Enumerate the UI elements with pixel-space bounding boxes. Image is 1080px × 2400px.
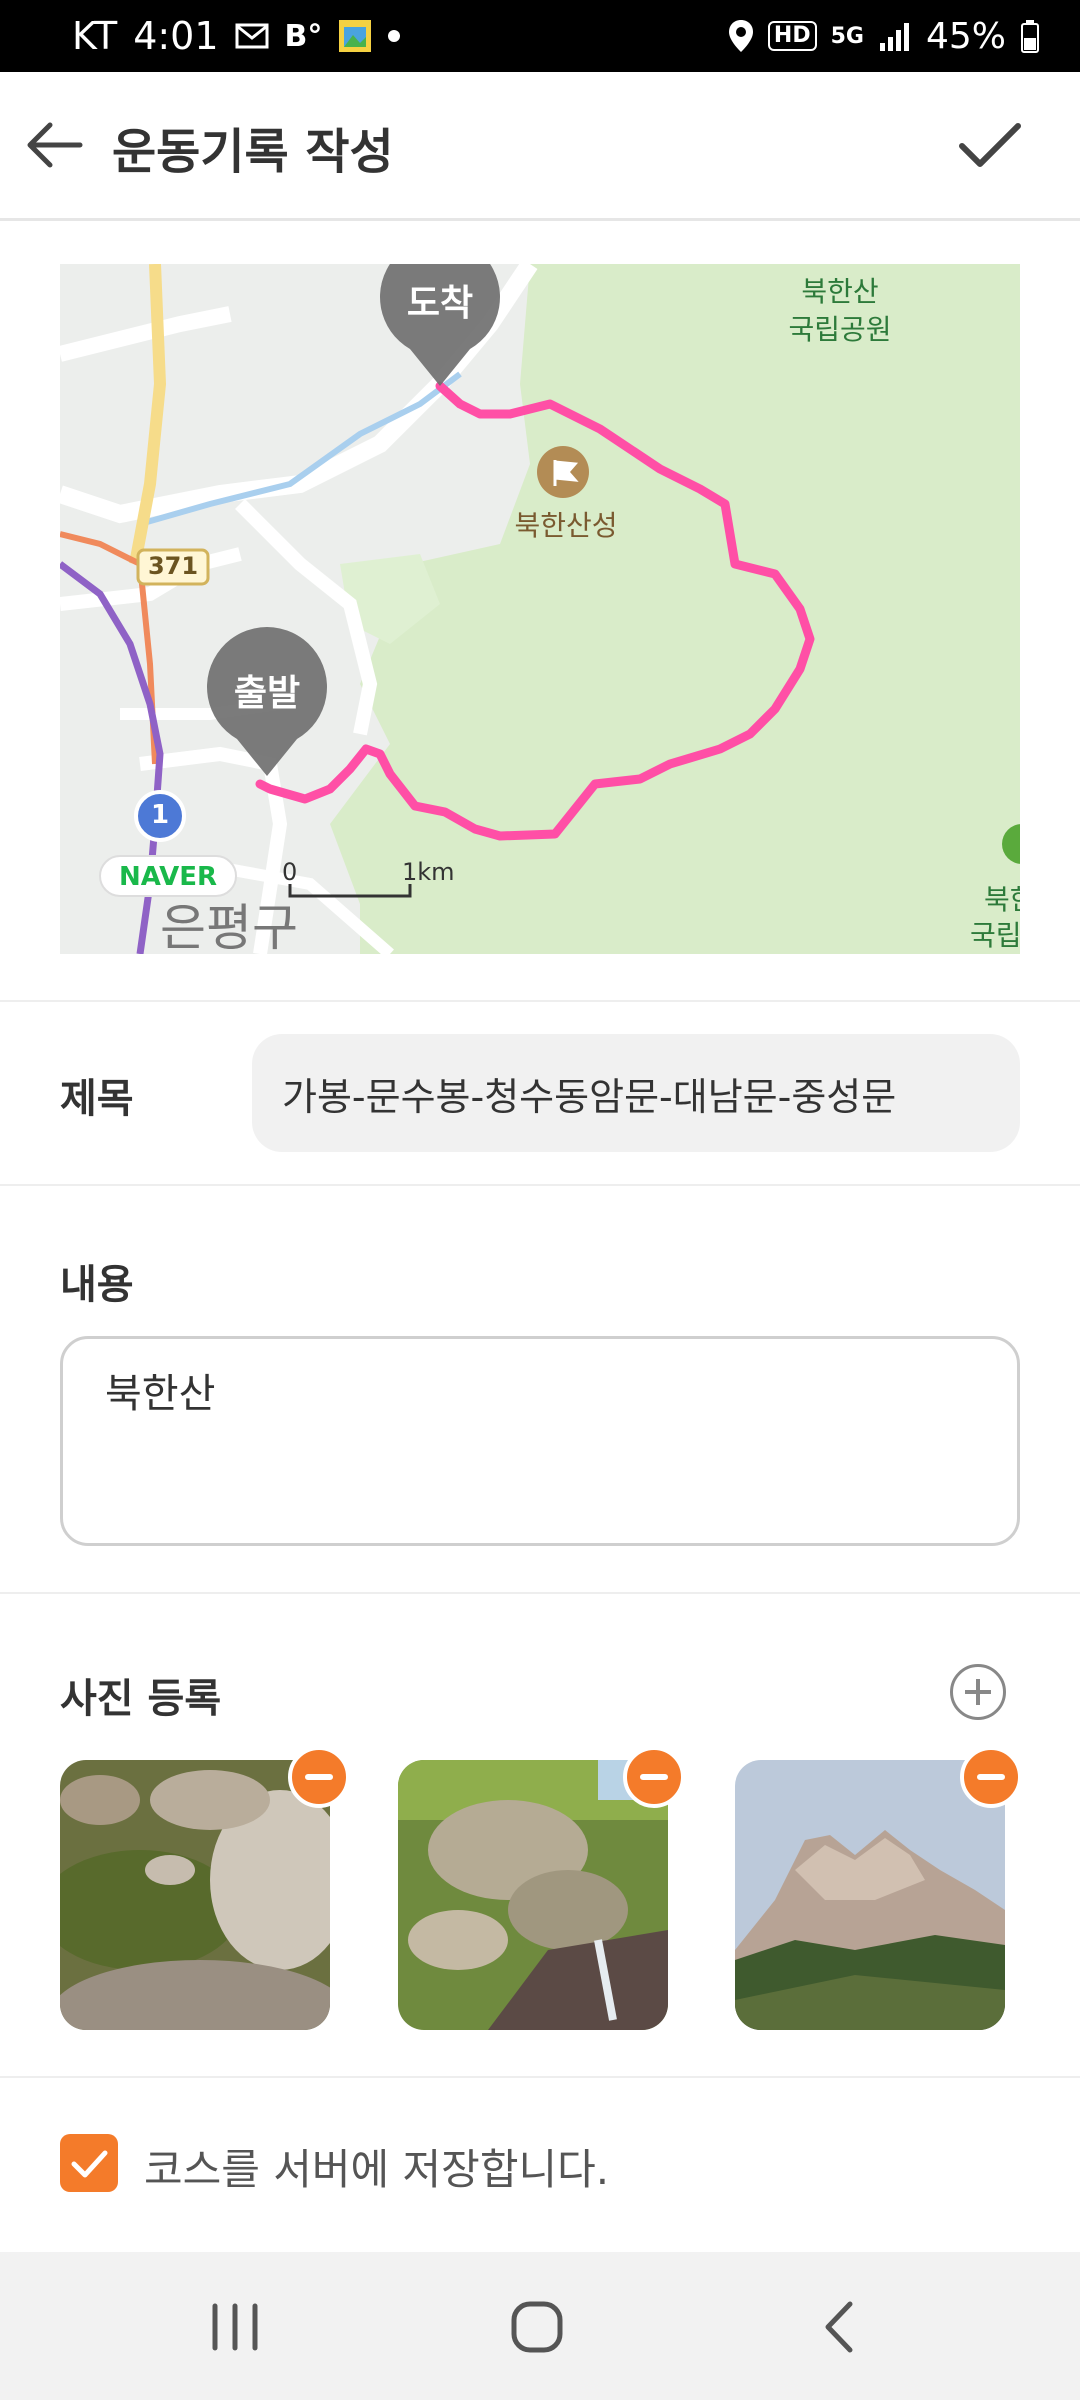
battery-percent: 45%: [925, 15, 1006, 57]
home-icon: [511, 2301, 563, 2353]
arrow-left-icon: [27, 122, 83, 168]
mail-icon: [235, 23, 269, 49]
status-right: HD 5G 45%: [728, 0, 1040, 72]
divider: [0, 1184, 1080, 1186]
gallery-icon: [338, 19, 372, 53]
notification-dot: [388, 30, 401, 42]
end-marker-label: 도착: [406, 283, 474, 324]
title-label: 제목: [60, 1076, 134, 1122]
save-course-label[interactable]: 코스를 서버에 저장합니다.: [144, 2136, 609, 2197]
edge-label-2: 국립: [970, 919, 1020, 952]
check-icon: [959, 123, 1021, 167]
remove-photo-2-button[interactable]: [623, 1746, 685, 1808]
battery-icon: [1020, 19, 1040, 53]
b-app-icon: B°: [284, 18, 323, 54]
recent-apps-icon: [212, 2303, 258, 2351]
recent-apps-button[interactable]: [190, 2292, 280, 2362]
save-course-checkbox[interactable]: [60, 2134, 118, 2192]
route-1-label: 1: [150, 800, 170, 830]
park-label-2: 국립공원: [788, 313, 892, 346]
home-button[interactable]: [492, 2292, 582, 2362]
system-nav-bar: [0, 2252, 1080, 2400]
checkmark-icon: [71, 2150, 108, 2178]
add-photo-button[interactable]: [950, 1664, 1006, 1720]
edge-label-1: 북한: [984, 883, 1020, 916]
photos-label: 사진 등록: [60, 1676, 222, 1722]
remove-photo-3-button[interactable]: [960, 1746, 1022, 1808]
scale-zero: 0: [282, 858, 298, 886]
back-nav-icon: [825, 2301, 853, 2353]
remove-photo-1-button[interactable]: [288, 1746, 350, 1808]
fortress-label: 북한산성: [514, 509, 618, 542]
road-371-label: 371: [147, 552, 199, 580]
status-left: KT 4:01 B°: [72, 0, 401, 72]
back-nav-button[interactable]: [795, 2292, 885, 2362]
waterfall-rocks-photo[interactable]: [398, 1760, 668, 2030]
stream-rocks-photo[interactable]: [60, 1760, 330, 2030]
title-input[interactable]: 가봉-문수봉-청수동암문-대남문-중성문: [252, 1034, 1020, 1152]
app-bar: 운동기록 작성: [0, 72, 1080, 221]
content-textarea[interactable]: 북한산: [60, 1336, 1020, 1546]
network-type: 5G: [830, 23, 864, 49]
scale-km: 1km: [402, 858, 455, 886]
status-bar: KT 4:01 B° HD 5G 45%: [0, 0, 1080, 72]
start-marker-label: 출발: [233, 673, 301, 714]
content-label: 내용: [60, 1262, 134, 1308]
carrier-label: KT: [72, 14, 118, 58]
divider: [0, 1000, 1080, 1002]
divider: [0, 2076, 1080, 2078]
park-label-1: 북한산: [801, 275, 879, 308]
divider: [0, 1592, 1080, 1594]
hd-indicator: HD: [767, 21, 817, 51]
page-title: 운동기록 작성: [112, 124, 394, 180]
clock: 4:01: [133, 14, 219, 58]
signal-icon: [878, 21, 912, 51]
district-label: 은평구: [160, 899, 298, 954]
back-button[interactable]: [20, 110, 90, 180]
route-map[interactable]: 도착 출발 북한산 국립공원 북한산성 371 1 NAVER 0 1km 은평…: [60, 264, 1020, 954]
mountain-peak-photo[interactable]: [735, 1760, 1005, 2030]
location-icon: [728, 19, 754, 53]
confirm-button[interactable]: [950, 110, 1030, 180]
